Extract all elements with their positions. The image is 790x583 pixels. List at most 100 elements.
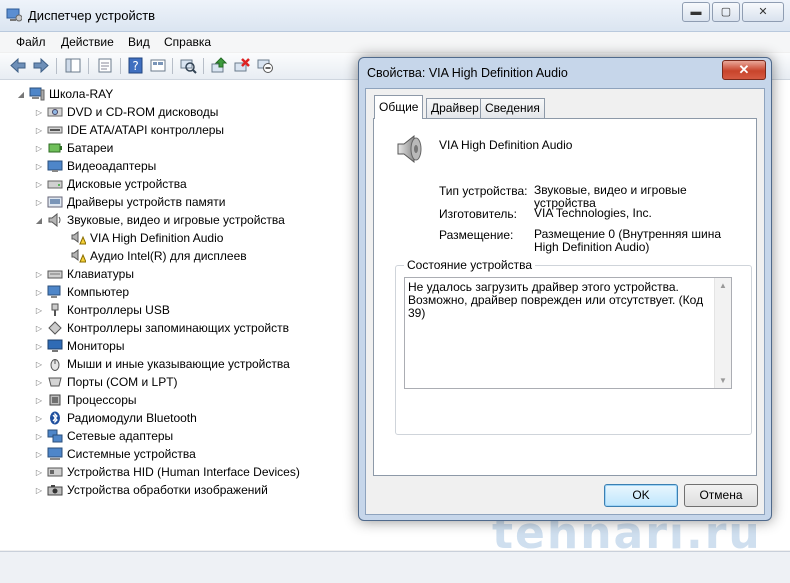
tree-item-label: DVD и CD-ROM дисководы: [67, 105, 219, 119]
tree-item-mice[interactable]: ▷ Мыши и иные указывающие устройства: [35, 355, 290, 373]
keyboard-icon: [47, 270, 63, 279]
tree-item-bluetooth[interactable]: ▷ Радиомодули Bluetooth: [35, 409, 197, 427]
scroll-down-icon[interactable]: ▼: [719, 376, 727, 385]
tree-item-monitors[interactable]: ▷ Мониторы: [35, 337, 125, 355]
tree-item-memory[interactable]: ▷ Драйверы устройств памяти: [35, 193, 226, 211]
location-label: Размещение:: [439, 228, 514, 242]
expand-arrow-icon[interactable]: ▷: [35, 108, 43, 117]
tree-item-label: Устройства обработки изображений: [67, 483, 268, 497]
expand-arrow-icon[interactable]: ▷: [35, 288, 43, 297]
storage-controller-icon: [48, 321, 62, 335]
tree-item-disks[interactable]: ▷ Дисковые устройства: [35, 175, 187, 193]
scan-hardware-icon[interactable]: [179, 57, 197, 74]
expand-arrow-icon[interactable]: ▷: [35, 306, 43, 315]
device-status-textbox[interactable]: Не удалось загрузить драйвер этого устро…: [404, 277, 732, 389]
expand-arrow-icon[interactable]: ▷: [35, 468, 43, 477]
ok-button[interactable]: OK: [604, 484, 678, 507]
tree-item-system[interactable]: ▷ Системные устройства: [35, 445, 196, 463]
expand-arrow-icon[interactable]: ▷: [35, 432, 43, 441]
forward-arrow-icon[interactable]: [32, 57, 50, 74]
window-title: Диспетчер устройств: [28, 8, 156, 23]
tree-item-usb[interactable]: ▷ Контроллеры USB: [35, 301, 170, 319]
expand-arrow-icon[interactable]: ▷: [35, 396, 43, 405]
tree-item-sound[interactable]: ◢ Звуковые, видео и игровые устройства: [35, 211, 285, 229]
tree-item-via-audio[interactable]: VIA High Definition Audio: [70, 229, 223, 247]
device-manager-icon: [6, 8, 22, 22]
device-status-title: Состояние устройства: [404, 258, 536, 272]
disable-device-icon[interactable]: [256, 57, 274, 74]
expand-arrow-icon[interactable]: ▷: [35, 180, 43, 189]
tree-item-dvd[interactable]: ▷ DVD и CD-ROM дисководы: [35, 103, 218, 121]
tab-general[interactable]: Общие: [374, 95, 424, 119]
tree-item-ports[interactable]: ▷ Порты (COM и LPT): [35, 373, 178, 391]
speaker-icon: [397, 134, 422, 164]
collapse-arrow-icon[interactable]: ◢: [17, 90, 25, 99]
manufacturer-label: Изготовитель:: [439, 207, 517, 221]
location-value: Размещение 0 (Внутренняя шина High Defin…: [534, 227, 722, 254]
tree-item-keyboards[interactable]: ▷ Клавиатуры: [35, 265, 134, 283]
expand-arrow-icon[interactable]: ▷: [35, 486, 43, 495]
menu-file[interactable]: Файл: [16, 35, 46, 49]
tree-item-label: Контроллеры запоминающих устройств: [67, 321, 289, 335]
system-device-icon: [47, 447, 63, 460]
tree-item-batteries[interactable]: ▷ Батареи: [35, 139, 113, 157]
expand-arrow-icon[interactable]: ▷: [35, 342, 43, 351]
tree-item-label: Компьютер: [67, 285, 130, 299]
title-bar: Диспетчер устройств ▬ ▢ ✕: [0, 0, 790, 32]
tree-item-video[interactable]: ▷ Видеоадаптеры: [35, 157, 156, 175]
menu-view[interactable]: Вид: [128, 35, 150, 49]
tree-root[interactable]: ◢ Школа-RAY: [17, 85, 113, 103]
tree-item-computer[interactable]: ▷ Компьютер: [35, 283, 129, 301]
status-scrollbar[interactable]: ▲ ▼: [714, 278, 731, 388]
expand-arrow-icon[interactable]: ▷: [35, 126, 43, 135]
tree-item-imaging[interactable]: ▷ Устройства обработки изображений: [35, 481, 268, 499]
expand-arrow-icon[interactable]: ▷: [35, 360, 43, 369]
collapse-arrow-icon[interactable]: ◢: [35, 216, 43, 225]
device-type-label: Тип устройства:: [439, 184, 528, 198]
tree-item-storage[interactable]: ▷ Контроллеры запоминающих устройств: [35, 319, 289, 337]
tree-item-processors[interactable]: ▷ Процессоры: [35, 391, 137, 409]
scroll-up-icon[interactable]: ▲: [719, 281, 727, 290]
minimize-button[interactable]: ▬: [682, 2, 710, 22]
help-icon[interactable]: ?: [127, 57, 145, 74]
ide-controller-icon: [47, 126, 63, 134]
expand-arrow-icon[interactable]: ▷: [35, 162, 43, 171]
mouse-icon: [50, 359, 60, 371]
menu-help[interactable]: Справка: [164, 35, 211, 49]
show-hide-tree-icon[interactable]: [64, 57, 82, 74]
update-driver-icon[interactable]: [210, 57, 228, 74]
expand-arrow-icon[interactable]: ▷: [35, 378, 43, 387]
tree-item-hid[interactable]: ▷ Устройства HID (Human Interface Device…: [35, 463, 300, 481]
properties-icon[interactable]: [96, 57, 114, 74]
expand-arrow-icon[interactable]: ▷: [35, 450, 43, 459]
tab-driver[interactable]: Драйвер: [426, 98, 484, 118]
expand-arrow-icon[interactable]: ▷: [35, 198, 43, 207]
tree-item-label: Процессоры: [67, 393, 137, 407]
close-button[interactable]: ✕: [742, 2, 784, 22]
menu-bar: Файл Действие Вид Справка: [0, 32, 790, 52]
expand-arrow-icon[interactable]: ▷: [35, 414, 43, 423]
tab-details[interactable]: Сведения: [480, 98, 545, 118]
maximize-button[interactable]: ▢: [712, 2, 740, 22]
menu-action[interactable]: Действие: [61, 35, 114, 49]
uninstall-icon[interactable]: [233, 57, 251, 74]
warning-speaker-icon: [71, 249, 86, 263]
tree-item-label: Дисковые устройства: [67, 177, 187, 191]
back-arrow-icon[interactable]: [9, 57, 27, 74]
tree-item-label: Сетевые адаптеры: [67, 429, 174, 443]
hid-icon: [47, 467, 63, 477]
cancel-button[interactable]: Отмена: [684, 484, 758, 507]
dialog-close-button[interactable]: ✕: [722, 60, 766, 80]
expand-arrow-icon[interactable]: ▷: [35, 144, 43, 153]
tree-item-network[interactable]: ▷ Сетевые адаптеры: [35, 427, 173, 445]
tree-item-label: Батареи: [67, 141, 114, 155]
display-adapter-icon: [47, 160, 63, 172]
expand-arrow-icon[interactable]: ▷: [35, 324, 43, 333]
tree-item-ide[interactable]: ▷ IDE ATA/ATAPI контроллеры: [35, 121, 224, 139]
tree-item-label: Порты (COM и LPT): [67, 375, 178, 389]
expand-arrow-icon[interactable]: ▷: [35, 270, 43, 279]
view-icon[interactable]: [149, 57, 167, 74]
device-name: VIA High Definition Audio: [439, 138, 573, 152]
dialog-body: Общие Драйвер Сведения VIA High Definiti…: [365, 88, 765, 515]
tree-item-intel-audio[interactable]: Аудио Intel(R) для дисплеев: [70, 247, 247, 265]
